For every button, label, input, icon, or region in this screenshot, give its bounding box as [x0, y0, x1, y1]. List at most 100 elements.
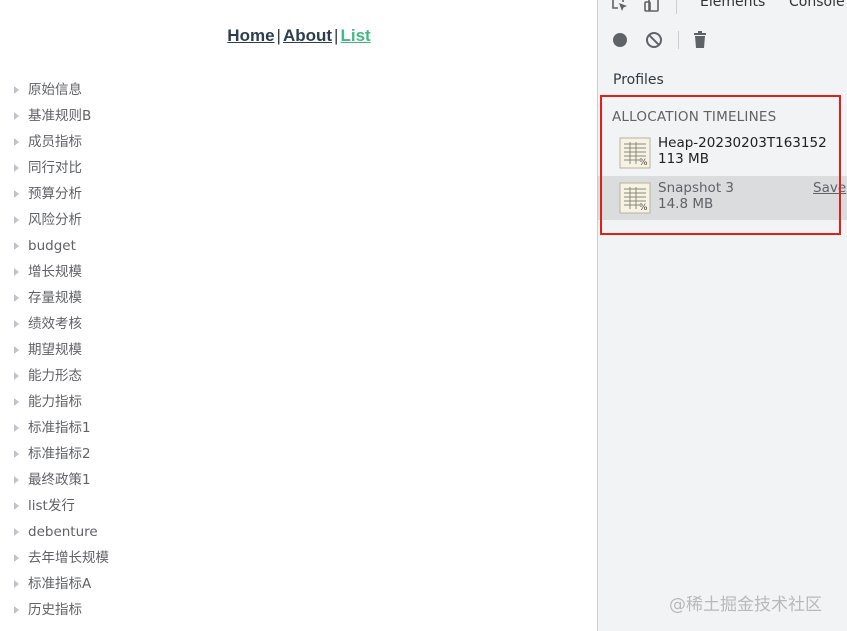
caret-right-icon[interactable] [14, 424, 19, 432]
caret-right-icon[interactable] [14, 190, 19, 198]
tab-elements[interactable]: Elements [700, 0, 765, 10]
tree-node[interactable]: 能力形态 [0, 363, 598, 389]
devtools-tab-bar: Elements Console [598, 0, 847, 18]
profile-icon: % [619, 182, 651, 214]
tree-node[interactable]: 基准规则B [0, 103, 598, 129]
tree-node-label: 标准指标A [28, 576, 92, 592]
collect-garbage-button[interactable] [688, 28, 712, 52]
caret-right-icon[interactable] [14, 164, 19, 172]
profile-item-snapshot[interactable]: % Snapshot 3 14.8 MB Save [598, 176, 847, 220]
tree-node-label: 能力形态 [28, 368, 82, 384]
caret-right-icon[interactable] [14, 450, 19, 458]
nav-home-link[interactable]: Home [227, 26, 274, 45]
tree-node[interactable]: 风险分析 [0, 207, 598, 233]
tree-node-label: 基准规则B [28, 108, 92, 124]
tree-node[interactable]: 预算分析 [0, 181, 598, 207]
tree-node[interactable]: 增长规模 [0, 259, 598, 285]
tree-node[interactable]: 原始信息 [0, 77, 598, 103]
trash-icon [694, 31, 706, 48]
caret-right-icon[interactable] [14, 606, 19, 614]
tree-node-label: 绩效考核 [28, 316, 82, 332]
caret-right-icon[interactable] [14, 138, 19, 146]
nav-about-link[interactable]: About [283, 26, 332, 45]
tree-node-label: 原始信息 [28, 82, 82, 98]
tree-node[interactable]: 标准指标1 [0, 415, 598, 441]
caret-right-icon[interactable] [14, 216, 19, 224]
tree-node[interactable]: 同行对比 [0, 155, 598, 181]
caret-right-icon[interactable] [14, 242, 19, 250]
caret-right-icon[interactable] [14, 476, 19, 484]
tree-node-label: 存量规模 [28, 290, 82, 306]
tree-node[interactable]: 标准指标A [0, 571, 598, 597]
toolbar-divider [676, 0, 677, 14]
watermark: @稀土掘金技术社区 [669, 595, 822, 615]
tree-node-label: 标准指标1 [28, 420, 91, 436]
tree-node-label: 预算分析 [28, 186, 82, 202]
tree-node[interactable]: 存量规模 [0, 285, 598, 311]
tree-node-label: budget [28, 238, 76, 254]
svg-text:%: % [639, 158, 648, 168]
tree-node-label: 能力指标 [28, 394, 82, 410]
tree-node[interactable]: list发行 [0, 493, 598, 519]
tree-node-label: 期望规模 [28, 342, 82, 358]
caret-right-icon[interactable] [14, 372, 19, 380]
tree-node-label: 增长规模 [28, 264, 82, 280]
tree-node-label: debenture [28, 524, 98, 540]
svg-text:%: % [639, 203, 648, 213]
tree-node[interactable]: 历史指标 [0, 597, 598, 623]
caret-right-icon[interactable] [14, 554, 19, 562]
tree-node[interactable]: 成员指标 [0, 129, 598, 155]
profile-item-heap[interactable]: % Heap-20230203T163152 113 MB [598, 131, 847, 175]
caret-right-icon[interactable] [14, 294, 19, 302]
record-icon [613, 33, 627, 47]
tree-node[interactable]: budget [0, 233, 598, 259]
caret-right-icon[interactable] [14, 502, 19, 510]
devtools-panel: Elements Console Profiles ALLOCATION TIM… [597, 0, 847, 631]
profile-icon: % [619, 137, 651, 169]
caret-right-icon[interactable] [14, 320, 19, 328]
top-nav: Home | About | List [0, 26, 598, 46]
tree-node[interactable]: 能力指标 [0, 389, 598, 415]
caret-right-icon[interactable] [14, 580, 19, 588]
profile-name: Snapshot 3 [658, 180, 734, 196]
tree-node-label: 标准指标2 [28, 446, 91, 462]
caret-right-icon[interactable] [14, 346, 19, 354]
nav-separator: | [334, 26, 339, 45]
tree-node[interactable]: 最终政策1 [0, 467, 598, 493]
caret-right-icon[interactable] [14, 398, 19, 406]
save-profile-link[interactable]: Save [813, 180, 846, 196]
tree-node-label: 最终政策1 [28, 472, 91, 488]
record-button[interactable] [608, 28, 632, 52]
profiles-heading: Profiles [613, 72, 664, 88]
tree-node[interactable]: 去年增长规模 [0, 545, 598, 571]
tree-node[interactable]: 标准指标2 [0, 441, 598, 467]
tree-node-label: 历史指标 [28, 602, 82, 618]
nav-list-link[interactable]: List [340, 26, 370, 45]
tree-node-label: 风险分析 [28, 212, 82, 228]
tree-node[interactable]: 期望规模 [0, 337, 598, 363]
tree-list: 原始信息基准规则B 成员指标同行对比预算分析风险分析 budget 增长规模存量规模绩… [0, 77, 598, 623]
caret-right-icon[interactable] [14, 112, 19, 120]
profiler-toolbar [598, 28, 847, 52]
tree-node[interactable]: 绩效考核 [0, 311, 598, 337]
clear-icon [646, 32, 662, 48]
tree-node[interactable]: debenture [0, 519, 598, 545]
profile-size: 113 MB [658, 151, 709, 167]
profile-name: Heap-20230203T163152 [658, 135, 827, 151]
tree-node-label: 去年增长规模 [28, 550, 109, 566]
caret-right-icon[interactable] [14, 528, 19, 536]
caret-right-icon[interactable] [14, 268, 19, 276]
toolbar-divider [678, 31, 679, 49]
inspect-element-icon[interactable] [610, 0, 630, 18]
nav-separator: | [276, 26, 281, 45]
profile-size: 14.8 MB [658, 196, 714, 212]
caret-right-icon[interactable] [14, 86, 19, 94]
allocation-timelines-heading: ALLOCATION TIMELINES [612, 109, 777, 125]
app-page: Home | About | List 原始信息 基准规则B 成员指标 同行对比 预算分析 风险分… [0, 0, 598, 631]
tree-node-label: list发行 [28, 498, 75, 514]
tab-console[interactable]: Console [789, 0, 845, 10]
clear-button[interactable] [642, 28, 666, 52]
device-toolbar-icon[interactable] [642, 0, 662, 18]
tree-node-label: 同行对比 [28, 160, 82, 176]
tree-node-label: 成员指标 [28, 134, 82, 150]
